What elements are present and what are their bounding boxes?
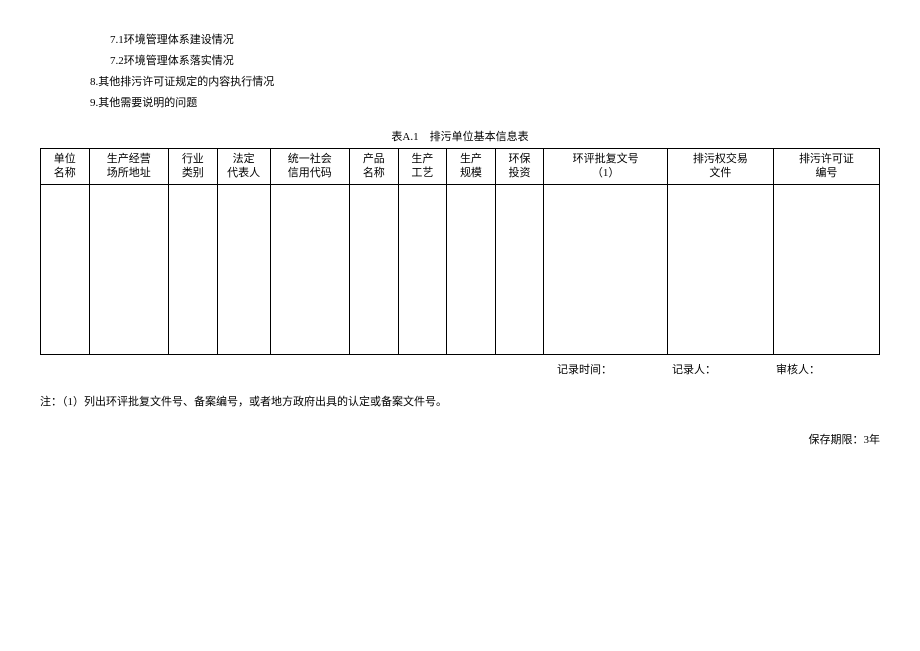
cell: [350, 185, 399, 355]
cell: [270, 185, 349, 355]
outline-item-7-2: 7.2环境管理体系落实情况: [110, 51, 880, 72]
outline-section: 7.1环境管理体系建设情况 7.2环境管理体系落实情况 8.其他排污许可证规定的…: [110, 30, 880, 114]
footnote: 注：（1）列出环评批复文件号、备案编号，或者地方政府出具的认定或备案文件号。: [40, 393, 880, 409]
table-title: 表A.1 排污单位基本信息表: [40, 128, 880, 144]
cell: [495, 185, 544, 355]
table-header-row: 单位名称 生产经营场所地址 行业类别 法定代表人 统一社会信用代码 产品名称 生…: [41, 148, 880, 185]
cell: [447, 185, 496, 355]
th-emission-trade: 排污权交易文件: [667, 148, 773, 185]
info-table: 单位名称 生产经营场所地址 行业类别 法定代表人 统一社会信用代码 产品名称 生…: [40, 148, 880, 356]
table-footer-labels: 记录时间： 记录人： 审核人：: [40, 361, 880, 377]
th-unit-name: 单位名称: [41, 148, 90, 185]
record-time-label: 记录时间：: [557, 361, 612, 377]
cell: [89, 185, 168, 355]
cell: [398, 185, 447, 355]
outline-item-7-1: 7.1环境管理体系建设情况: [110, 30, 880, 51]
outline-item-9: 9.其他需要说明的问题: [90, 93, 880, 114]
th-process: 生产工艺: [398, 148, 447, 185]
cell: [217, 185, 270, 355]
th-credit-code: 统一社会信用代码: [270, 148, 349, 185]
th-address: 生产经营场所地址: [89, 148, 168, 185]
th-env-invest: 环保投资: [495, 148, 544, 185]
th-permit-no: 排污许可证编号: [773, 148, 879, 185]
outline-item-8: 8.其他排污许可证规定的内容执行情况: [90, 72, 880, 93]
cell: [773, 185, 879, 355]
th-product-name: 产品名称: [350, 148, 399, 185]
cell: [667, 185, 773, 355]
auditor-label: 审核人：: [776, 361, 820, 377]
th-industry: 行业类别: [169, 148, 218, 185]
cell: [544, 185, 668, 355]
th-eia-approval: 环评批复文号（1）: [544, 148, 668, 185]
cell: [41, 185, 90, 355]
cell: [169, 185, 218, 355]
recorder-label: 记录人：: [672, 361, 716, 377]
th-scale: 生产规模: [447, 148, 496, 185]
th-legal-rep: 法定代表人: [217, 148, 270, 185]
table-row: [41, 185, 880, 355]
retention-period: 保存期限：3年: [40, 431, 880, 447]
